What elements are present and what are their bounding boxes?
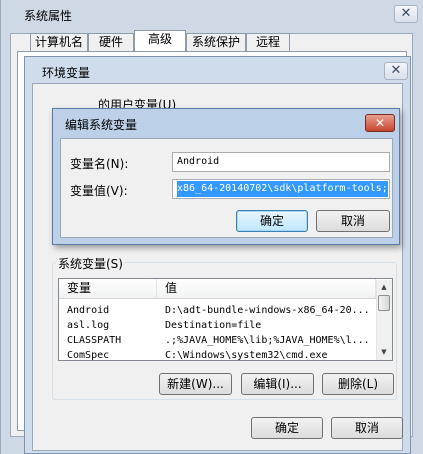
tab-hardware[interactable]: 硬件 (88, 33, 134, 51)
close-icon[interactable]: ✕ (394, 5, 418, 23)
system-variables-label: 系统变量(S) (56, 255, 125, 272)
edit-cancel-button[interactable]: 取消 (316, 210, 390, 232)
table-row-name[interactable]: asl.log (67, 319, 155, 333)
edit-ok-button[interactable]: 确定 (236, 210, 308, 232)
tab-computer-name[interactable]: 计算机名 (30, 33, 88, 51)
table-row-name[interactable]: Android (67, 304, 155, 318)
edit-variable-button[interactable]: 编辑(I)... (241, 373, 314, 395)
column-header-variable[interactable]: 变量 (59, 279, 157, 299)
scroll-down-icon[interactable]: ▼ (377, 346, 391, 358)
tab-remote[interactable]: 远程 (246, 33, 290, 51)
scroll-up-icon[interactable]: ▲ (377, 281, 391, 293)
table-row-name[interactable]: CLASSPATH (67, 334, 155, 348)
delete-variable-button[interactable]: 删除(L) (322, 373, 394, 395)
edit-dialog-title: 编辑系统变量 (65, 118, 138, 132)
environment-variables-title: 环境变量 (42, 66, 91, 80)
variable-value-selected-text: x86_64-20140702\sdk\platform-tools; (177, 181, 388, 197)
scroll-thumb[interactable] (378, 295, 390, 311)
table-row-value[interactable]: Destination=file (165, 319, 375, 333)
new-variable-button[interactable]: 新建(W)... (159, 373, 232, 395)
variable-value-label: 变量值(V): (70, 184, 128, 198)
column-header-value[interactable]: 值 (157, 279, 376, 299)
tab-system-protection[interactable]: 系统保护 (186, 33, 246, 51)
env-cancel-button[interactable]: 取消 (331, 417, 403, 439)
table-row-name[interactable]: ComSpec (67, 349, 155, 360)
table-row-value[interactable]: .;%JAVA_HOME%\lib;%JAVA_HOME%\l... (165, 334, 375, 348)
variable-name-label: 变量名(N): (70, 157, 129, 171)
close-icon[interactable]: ✕ (365, 114, 395, 132)
tab-advanced[interactable]: 高级 (134, 30, 186, 52)
close-icon[interactable]: ✕ (384, 62, 408, 80)
variable-value-field[interactable]: x86_64-20140702\sdk\platform-tools; (172, 179, 390, 199)
system-properties-title: 系统属性 (24, 9, 73, 23)
env-ok-button[interactable]: 确定 (251, 417, 323, 439)
table-row-value[interactable]: D:\adt-bundle-windows-x86_64-20... (165, 304, 375, 318)
table-row-value[interactable]: C:\Windows\system32\cmd.exe (165, 349, 375, 360)
variable-name-field[interactable]: Android (172, 152, 390, 172)
